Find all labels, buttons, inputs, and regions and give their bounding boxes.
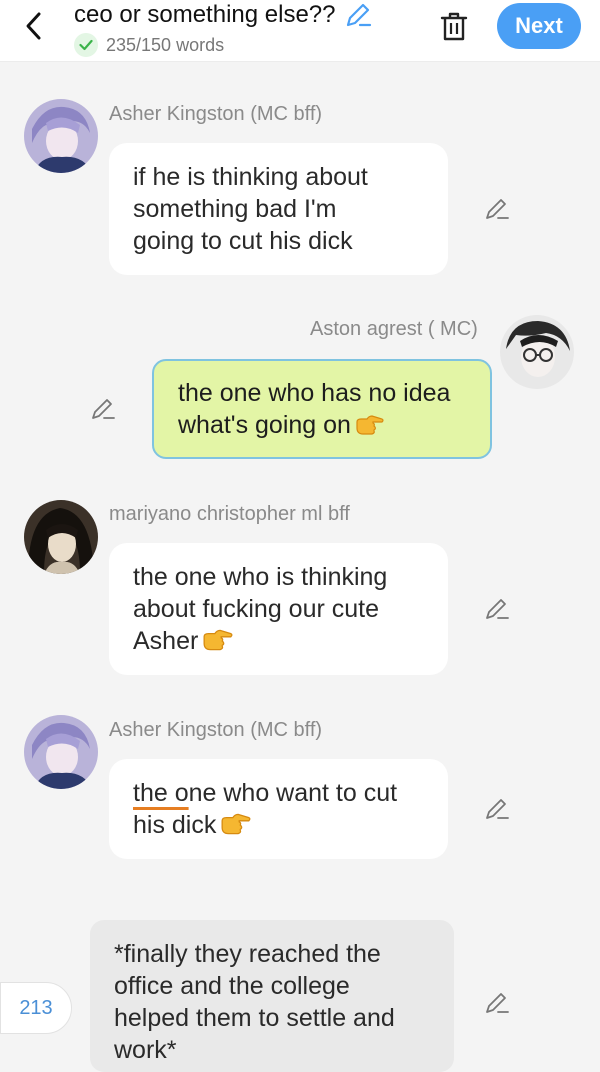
narration-line: *finally they reached the <box>114 940 381 968</box>
spellcheck-underline[interactable]: the o <box>133 779 189 807</box>
sender-name: Asher Kingston (MC bff) <box>109 719 323 741</box>
sender-name: mariyano christopher ml bff <box>109 503 350 525</box>
avatar-aston[interactable] <box>500 315 574 389</box>
message-line: if he is thinking about <box>133 163 368 191</box>
narration-line: helped them to settle and <box>114 1004 395 1032</box>
message-bubble[interactable]: if he is thinking about something bad I'… <box>109 143 448 275</box>
message-line: the one who is thinking <box>133 563 388 591</box>
pointing-hand-emoji <box>355 412 385 444</box>
edit-message-icon[interactable] <box>484 796 510 822</box>
message-line: about fucking our cute <box>133 595 379 623</box>
message-bubble-mine[interactable]: the one who has no idea what's going on <box>152 359 492 459</box>
story-title-text: ceo or something else?? <box>74 1 336 28</box>
message-line: Asher <box>133 625 424 660</box>
delete-button[interactable] <box>436 8 472 44</box>
next-button[interactable]: Next <box>497 3 581 49</box>
avatar-asher[interactable] <box>24 99 98 173</box>
message-line: his dick <box>133 809 424 844</box>
edit-message-icon[interactable] <box>484 990 510 1016</box>
message-bubble[interactable]: the one who want to cut his dick <box>109 759 448 859</box>
back-button[interactable] <box>14 6 54 46</box>
check-icon <box>74 33 98 57</box>
narration-line: work* <box>114 1036 177 1064</box>
narration-line: office and the college <box>114 972 350 1000</box>
word-count-text: 235/150 words <box>106 34 225 55</box>
edit-message-icon[interactable] <box>484 596 510 622</box>
pointing-hand-emoji <box>202 628 234 660</box>
edit-message-icon[interactable] <box>90 396 116 422</box>
avatar-mariyano[interactable] <box>24 500 98 574</box>
top-bar: ceo or something else?? 235/150 words Ne… <box>0 0 600 62</box>
page-indicator[interactable]: 213 <box>0 982 72 1034</box>
message-bubble[interactable]: the one who is thinking about fucking ou… <box>109 543 448 675</box>
trash-icon <box>440 12 468 41</box>
message-line: what's going on <box>178 409 466 444</box>
message-line: something bad I'm <box>133 195 337 223</box>
pointing-hand-emoji <box>220 812 252 844</box>
word-count: 235/150 words <box>74 33 224 57</box>
message-line: going to cut his dick <box>133 227 353 255</box>
back-chevron-icon <box>26 12 41 40</box>
edit-message-icon[interactable] <box>484 196 510 222</box>
message-line: the one who has no idea <box>178 379 451 407</box>
sender-name: Aston agrest ( MC) <box>310 318 478 340</box>
avatar-asher[interactable] <box>24 715 98 789</box>
edit-title-icon[interactable] <box>344 1 372 29</box>
sender-name: Asher Kingston (MC bff) <box>109 103 323 125</box>
narration-bubble[interactable]: *finally they reached the office and the… <box>90 920 454 1072</box>
story-title[interactable]: ceo or something else?? <box>74 1 372 29</box>
message-line: the one who want to cut <box>133 779 398 807</box>
